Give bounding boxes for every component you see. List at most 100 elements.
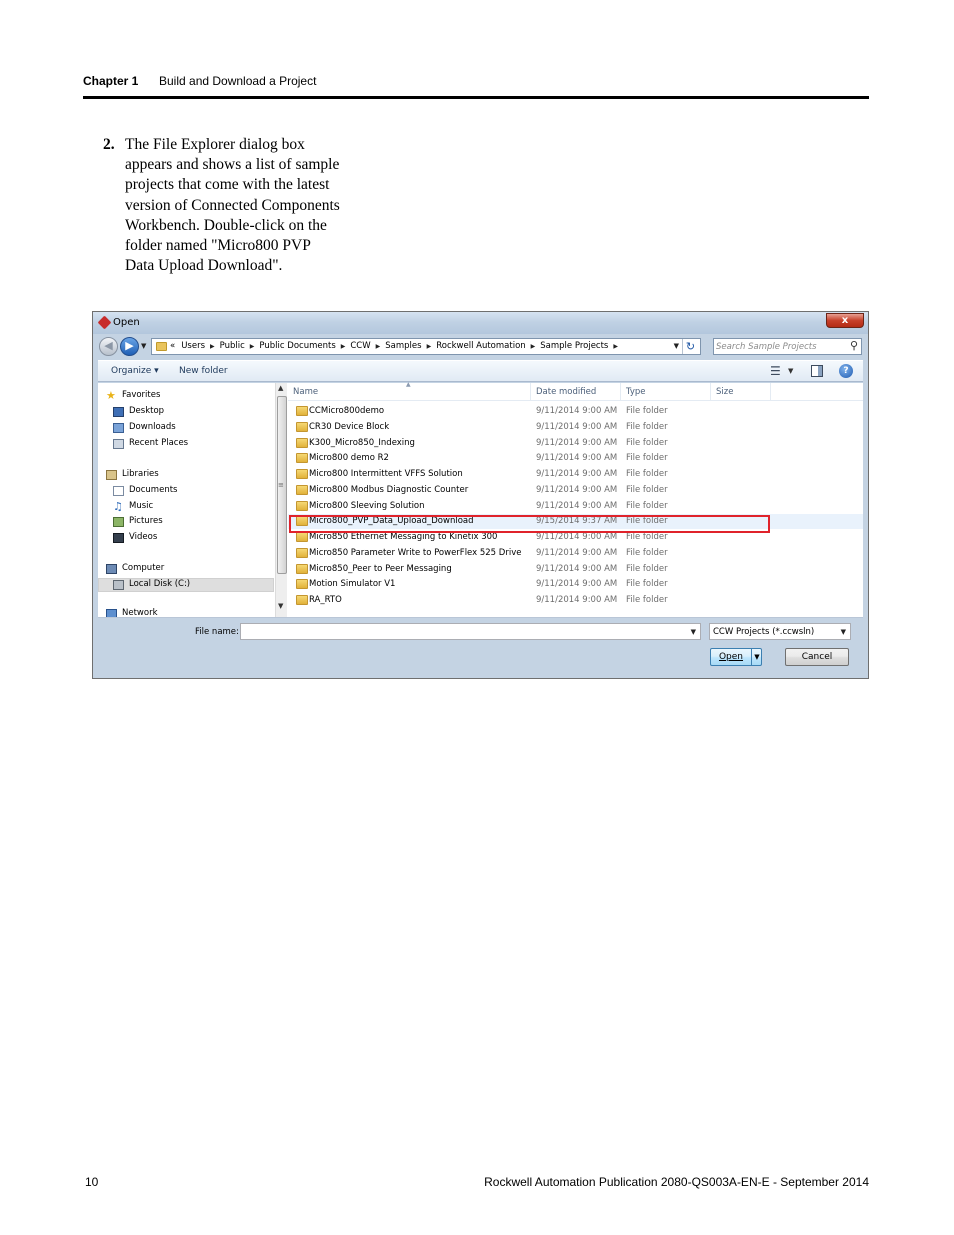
table-row[interactable]: CR30 Device Block 9/11/2014 9:00 AM File f… xyxy=(288,420,863,435)
file-name-input[interactable] xyxy=(241,624,681,639)
folder-icon xyxy=(296,406,308,416)
breadcrumb-item[interactable]: Samples xyxy=(385,341,421,351)
search-icon[interactable]: ⚲ xyxy=(850,339,858,352)
folder-icon xyxy=(296,579,308,590)
scroll-up-icon[interactable]: ▲ xyxy=(278,384,283,392)
column-divider[interactable] xyxy=(620,383,621,401)
close-button[interactable]: x xyxy=(826,313,864,328)
table-row[interactable]: K300_Micro850_Indexing 9/11/2014 9:00 AM F… xyxy=(288,436,863,451)
file-name: Micro800 demo R2 xyxy=(309,453,389,464)
folder-icon xyxy=(296,563,308,574)
nav-music[interactable]: ♫ Music xyxy=(113,501,263,515)
help-icon[interactable]: ? xyxy=(839,364,853,378)
breadcrumb-separator-icon[interactable]: ▶ xyxy=(613,343,618,350)
address-dropdown-icon[interactable]: ▼ xyxy=(674,342,679,350)
pictures-icon xyxy=(113,517,124,527)
table-row[interactable]: Micro800 Sleeving Solution 9/11/2014 9:00… xyxy=(288,499,863,514)
file-name: RA_RTO xyxy=(309,595,342,605)
folder-icon xyxy=(296,532,308,542)
open-button[interactable]: Open ▼ xyxy=(710,648,762,666)
address-bar[interactable]: « Users ▶ Public ▶ Public Documents ▶ CCW ▶ Samp… xyxy=(151,338,701,355)
breadcrumb-item[interactable]: Public xyxy=(220,341,245,351)
libraries-icon xyxy=(106,470,117,480)
file-type: File folder xyxy=(626,595,668,605)
change-view-icon[interactable]: ☰ xyxy=(770,364,781,378)
history-dropdown-icon[interactable]: ▼ xyxy=(141,342,146,350)
disk-icon xyxy=(113,580,124,590)
column-type[interactable]: Type xyxy=(626,387,646,397)
breadcrumb-item[interactable]: CCW xyxy=(350,341,370,351)
file-name-dropdown-icon[interactable]: ▼ xyxy=(691,628,696,636)
breadcrumb-separator-icon[interactable]: ▶ xyxy=(341,343,346,350)
folder-icon xyxy=(296,595,308,605)
nav-network[interactable]: Network xyxy=(106,608,266,617)
preview-pane-icon[interactable] xyxy=(811,365,823,377)
open-split-dropdown-icon[interactable]: ▼ xyxy=(751,649,762,665)
back-button[interactable]: ◀ xyxy=(99,337,118,356)
nav-computer[interactable]: Computer xyxy=(106,563,266,577)
table-row[interactable]: Micro800 Modbus Diagnostic Counter 9/11/2… xyxy=(288,483,863,498)
file-date: 9/11/2014 9:00 AM xyxy=(536,563,618,574)
new-folder-button[interactable]: New folder xyxy=(179,366,228,376)
refresh-icon[interactable]: ↻ xyxy=(682,339,698,354)
open-button-label: Open xyxy=(718,652,744,662)
nav-scrollbar[interactable]: ▲ ≡ ▼ xyxy=(275,383,287,617)
nav-favorites[interactable]: ★ Favorites xyxy=(106,390,266,404)
search-input[interactable] xyxy=(716,340,838,353)
table-row[interactable]: Micro800 demo R2 9/11/2014 9:00 AM File fo… xyxy=(288,451,863,466)
column-date[interactable]: Date modified xyxy=(536,387,596,397)
nav-videos[interactable]: Videos xyxy=(113,532,263,546)
nav-desktop[interactable]: Desktop xyxy=(113,406,263,420)
nav-desktop-label: Desktop xyxy=(129,406,165,416)
view-dropdown-icon[interactable]: ▼ xyxy=(788,367,793,375)
nav-downloads[interactable]: Downloads xyxy=(113,422,263,436)
breadcrumb-separator-icon[interactable]: ▶ xyxy=(376,343,381,350)
nav-pictures[interactable]: Pictures xyxy=(113,516,263,530)
table-row[interactable]: Micro800 Intermittent VFFS Solution 9/11/… xyxy=(288,467,863,482)
table-row[interactable]: Motion Simulator V1 9/11/2014 9:00 AM File… xyxy=(288,577,863,592)
column-name[interactable]: Name xyxy=(293,387,318,397)
file-date: 9/11/2014 9:00 AM xyxy=(536,547,618,558)
file-name: Micro850 Ethernet Messaging to Kinetix 3… xyxy=(309,532,498,542)
table-row[interactable]: Micro850_Peer to Peer Messaging 9/11/2014… xyxy=(288,562,863,577)
nav-downloads-label: Downloads xyxy=(129,422,176,432)
column-divider[interactable] xyxy=(710,383,711,401)
breadcrumb-item[interactable]: Users xyxy=(181,341,205,351)
breadcrumb-separator-icon[interactable]: ▶ xyxy=(427,343,432,350)
nav-favorites-label: Favorites xyxy=(122,390,161,400)
table-row[interactable]: RA_RTO 9/11/2014 9:00 AM File folder xyxy=(288,593,863,608)
file-name-label: File name: xyxy=(195,627,239,637)
organize-menu[interactable]: Organize ▾ xyxy=(111,366,159,376)
file-type-dropdown-icon[interactable]: ▼ xyxy=(841,628,846,636)
step-number: 2. xyxy=(103,136,115,153)
breadcrumb-item[interactable]: Public Documents xyxy=(259,341,335,351)
nav-local-disk-label: Local Disk (C:) xyxy=(129,579,191,589)
file-type: File folder xyxy=(626,484,668,495)
column-divider[interactable] xyxy=(530,383,531,401)
nav-libraries[interactable]: Libraries xyxy=(106,469,266,483)
breadcrumb-separator-icon[interactable]: ▶ xyxy=(250,343,255,350)
nav-recent-places[interactable]: Recent Places xyxy=(113,438,263,452)
breadcrumb-item[interactable]: Sample Projects xyxy=(540,341,608,351)
nav-music-label: Music xyxy=(129,501,154,511)
file-name: K300_Micro850_Indexing xyxy=(309,437,415,448)
breadcrumb-separator-icon[interactable]: ▶ xyxy=(531,343,536,350)
breadcrumb-separator-icon[interactable]: ▶ xyxy=(210,343,215,350)
chapter-title: Build and Download a Project xyxy=(159,74,317,88)
page-header: Chapter 1 Build and Download a Project xyxy=(83,73,869,99)
breadcrumb-item[interactable]: Rockwell Automation xyxy=(436,341,525,351)
column-divider[interactable] xyxy=(770,383,771,401)
nav-documents[interactable]: Documents xyxy=(113,485,263,499)
table-row[interactable]: Micro850 Parameter Write to PowerFlex 52… xyxy=(288,546,863,561)
forward-button[interactable]: ▶ xyxy=(120,337,139,356)
cancel-button[interactable]: Cancel xyxy=(785,648,849,666)
file-type-select[interactable]: CCW Projects (*.ccwsln) ▼ xyxy=(709,623,851,640)
breadcrumb-item[interactable]: « xyxy=(170,341,175,351)
search-box[interactable]: ⚲ xyxy=(713,338,862,355)
file-date: 9/11/2014 9:00 AM xyxy=(536,437,618,448)
file-name-box[interactable]: ▼ xyxy=(240,623,701,640)
scroll-down-icon[interactable]: ▼ xyxy=(278,602,283,610)
table-row[interactable]: CCMicro800demo 9/11/2014 9:00 AM File fold… xyxy=(288,404,863,419)
nav-local-disk[interactable]: Local Disk (C:) xyxy=(98,578,274,592)
column-size[interactable]: Size xyxy=(716,387,733,397)
